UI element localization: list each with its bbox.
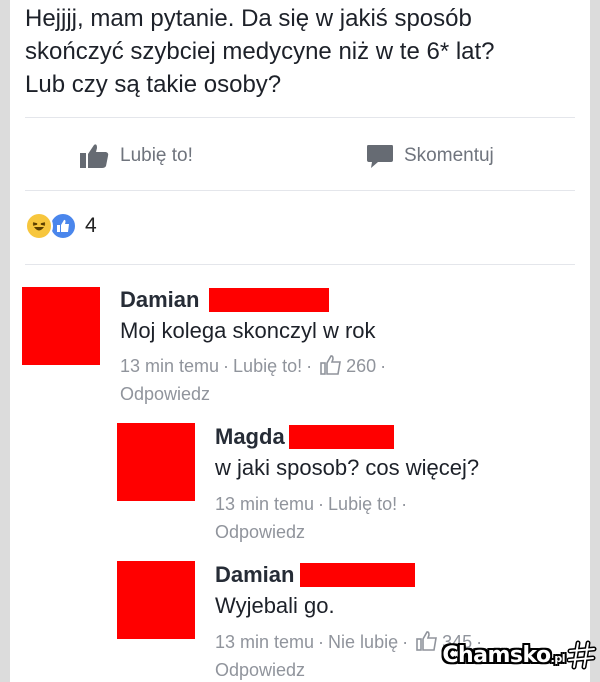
- avatar[interactable]: [117, 423, 195, 501]
- comment-like-link[interactable]: Nie lubię: [328, 632, 398, 652]
- like-icon: [49, 212, 77, 240]
- timestamp[interactable]: 13 min temu: [215, 494, 314, 514]
- reply-link[interactable]: Odpowiedz: [215, 660, 305, 680]
- comment-meta: 13 min temu · Lubię to! · 260 · Odpowiedz: [120, 355, 387, 404]
- redacted-surname: [300, 563, 416, 587]
- redacted-surname: [288, 425, 394, 449]
- commenter-name[interactable]: Magda: [215, 424, 285, 450]
- comment-like-link[interactable]: Lubię to!: [328, 494, 397, 514]
- commenter-name[interactable]: Damian: [120, 287, 199, 313]
- like-label: Lubię to!: [120, 145, 193, 166]
- comment-like-link[interactable]: Lubię to!: [233, 356, 302, 376]
- comment-meta: 13 min temu · Lubię to! · Odpowiedz: [215, 494, 408, 542]
- haha-icon: [25, 212, 53, 240]
- comment-label: Skomentuj: [404, 145, 494, 166]
- comment-button[interactable]: Skomentuj: [366, 140, 494, 172]
- post-text: Hejjjj, mam pytanie. Da się w jakiś spos…: [25, 5, 495, 98]
- avatar[interactable]: [22, 287, 100, 365]
- divider: [25, 117, 575, 118]
- reaction-count: 4: [85, 214, 97, 237]
- avatar[interactable]: [117, 561, 195, 639]
- redacted-surname: [209, 288, 330, 312]
- commenter-name[interactable]: Damian: [215, 562, 294, 588]
- comment-text: Moj kolega skonczyl w rok: [120, 318, 376, 343]
- watermark-brand: Chamsko.pl: [442, 642, 565, 668]
- comment-text: Wyjebali go.: [215, 593, 335, 618]
- speech-bubble-icon: [367, 145, 393, 168]
- divider: [25, 264, 575, 265]
- timestamp[interactable]: 13 min temu: [120, 356, 219, 376]
- like-count: 260: [346, 356, 377, 376]
- post-card: Hejjjj, mam pytanie. Da się w jakiś spos…: [10, 0, 590, 682]
- thumbs-up-outline-icon: [416, 631, 438, 651]
- reaction-summary[interactable]: 4: [25, 212, 97, 240]
- like-button[interactable]: Lubię to!: [80, 140, 193, 172]
- thumbs-up-outline-icon: [320, 355, 342, 375]
- timestamp[interactable]: 13 min temu: [215, 632, 314, 652]
- reply-link[interactable]: Odpowiedz: [120, 384, 210, 404]
- reply-link[interactable]: Odpowiedz: [215, 522, 305, 542]
- divider: [25, 190, 575, 191]
- watermark: Chamsko.pl: [442, 640, 597, 670]
- hashtag-logo-icon: [567, 640, 597, 670]
- thumbs-up-icon: [80, 144, 109, 168]
- comment-text: w jaki sposob? cos więcej?: [215, 455, 480, 480]
